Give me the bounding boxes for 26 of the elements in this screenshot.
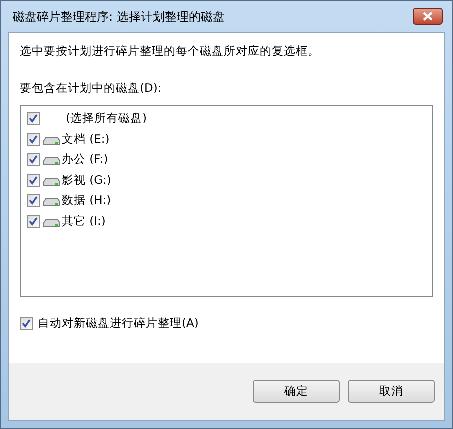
- drive-icon: [43, 136, 61, 146]
- drive-icon: [43, 178, 61, 187]
- checkbox[interactable]: [27, 132, 40, 146]
- drive-icon: [43, 198, 61, 208]
- checkbox[interactable]: [27, 112, 40, 126]
- window-title: 磁盘碎片整理程序: 选择计划整理的磁盘: [13, 8, 225, 26]
- close-icon: [423, 12, 433, 21]
- checkbox[interactable]: [27, 214, 40, 228]
- disk-label: 影视 (G:): [62, 172, 112, 189]
- disk-label: (选择所有磁盘): [66, 110, 147, 128]
- drive-icon: [43, 218, 61, 228]
- disk-label: 其它 (I:): [62, 212, 106, 230]
- drive-icon: [43, 157, 61, 166]
- checkbox[interactable]: [27, 174, 40, 187]
- disk-label: 数据 (H:): [62, 192, 112, 210]
- dialog-button[interactable]: 取消: [348, 380, 435, 403]
- disk-list-label: 要包含在计划中的磁盘(D):: [20, 80, 163, 98]
- auto-defrag-label: 自动对新磁盘进行碎片整理(A): [38, 314, 199, 332]
- dialog-button[interactable]: 确定: [253, 380, 340, 403]
- instruction-text: 选中要按计划进行碎片整理的每个磁盘所对应的复选框。: [20, 43, 321, 60]
- checkbox[interactable]: [27, 194, 40, 208]
- close-button[interactable]: [413, 8, 443, 25]
- checkbox[interactable]: [20, 316, 33, 330]
- disk-label: 办公 (F:): [62, 151, 108, 168]
- checkbox[interactable]: [27, 153, 40, 166]
- disk-label: 文档 (E:): [62, 130, 110, 148]
